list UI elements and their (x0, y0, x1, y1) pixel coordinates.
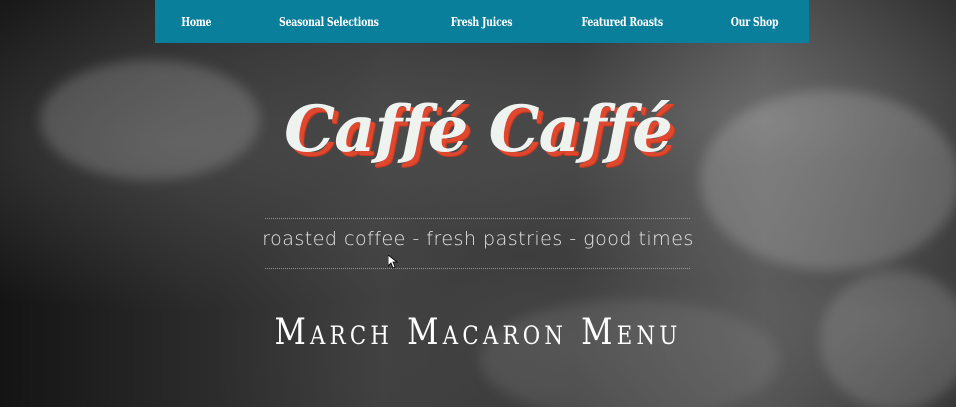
top-navigation: Home Seasonal Selections Fresh Juices Fe… (155, 0, 809, 43)
site-tagline: roasted coffee - fresh pastries - good t… (262, 228, 694, 250)
nav-fresh-juices[interactable]: Fresh Juices (451, 15, 513, 29)
nav-our-shop[interactable]: Our Shop (731, 15, 779, 29)
site-logo-title: Caffé Caffé (284, 92, 673, 167)
nav-featured-roasts[interactable]: Featured Roasts (582, 15, 664, 29)
page: Home Seasonal Selections Fresh Juices Fe… (0, 0, 956, 407)
tagline-top-divider (265, 218, 690, 219)
mouse-cursor-icon (388, 255, 398, 269)
nav-seasonal-selections[interactable]: Seasonal Selections (279, 15, 379, 29)
menu-heading: March Macaron Menu (274, 312, 682, 353)
tagline-bottom-divider (265, 268, 690, 269)
nav-home[interactable]: Home (181, 15, 211, 29)
